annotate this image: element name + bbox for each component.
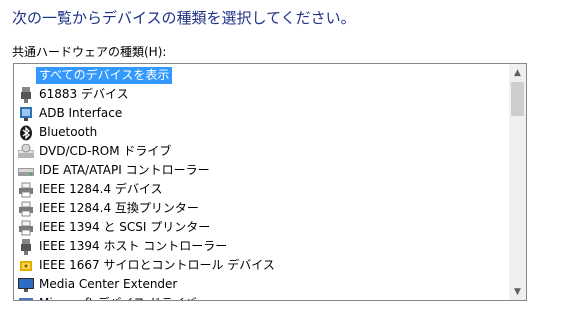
- list-item[interactable]: IEEE 1394 と SCSI プリンター: [14, 218, 509, 237]
- list-item-label: IEEE 1667 サイロとコントロール デバイス: [39, 258, 275, 272]
- hardware-type-label: 共通ハードウェアの種類(H):: [12, 45, 167, 59]
- optical-drive-icon: [18, 143, 34, 160]
- printer-icon: [18, 201, 34, 217]
- list-item[interactable]: IEEE 1284.4 デバイス: [14, 180, 509, 199]
- usb-device-icon: [18, 106, 34, 122]
- list-item[interactable]: 61883 デバイス: [14, 85, 509, 104]
- disk-controller-icon: [18, 163, 34, 179]
- list-item[interactable]: DVD/CD-ROM ドライブ: [14, 142, 509, 161]
- list-item[interactable]: IDE ATA/ATAPI コントローラー: [14, 161, 509, 180]
- blank-icon: [18, 68, 34, 84]
- list-item-label: ADB Interface: [39, 106, 123, 120]
- list-item[interactable]: Media Center Extender: [14, 275, 509, 294]
- port-connector-icon: [18, 86, 34, 103]
- port-connector-icon: [18, 238, 34, 255]
- security-device-icon: [18, 258, 34, 274]
- printer-icon: [18, 220, 34, 236]
- list-item-label: IEEE 1394 ホスト コントローラー: [39, 239, 228, 253]
- list-item-label: IDE ATA/ATAPI コントローラー: [39, 163, 210, 177]
- list-item[interactable]: すべてのデバイスを表示: [14, 66, 509, 85]
- list-item[interactable]: ADB Interface: [14, 104, 509, 123]
- bluetooth-icon: [18, 125, 34, 141]
- list-item[interactable]: Microsoft デバイス ドライバ: [14, 294, 509, 300]
- list-item-label: Bluetooth: [39, 125, 98, 139]
- printer-icon: [18, 182, 34, 198]
- monitor-icon: [18, 277, 34, 293]
- scroll-down-button[interactable]: ▼: [509, 283, 526, 300]
- list-item-label: IEEE 1394 と SCSI プリンター: [39, 220, 211, 234]
- list-item-label: DVD/CD-ROM ドライブ: [39, 144, 172, 158]
- list-item[interactable]: IEEE 1284.4 互換プリンター: [14, 199, 509, 218]
- page-heading: 次の一覧からデバイスの種類を選択してください。: [12, 9, 356, 27]
- list-item-label: Microsoft デバイス ドライバ: [36, 295, 200, 300]
- vertical-scrollbar[interactable]: ▲ ▼: [509, 64, 526, 300]
- list-item[interactable]: IEEE 1394 ホスト コントローラー: [14, 237, 509, 256]
- scrollbar-thumb[interactable]: [511, 82, 524, 116]
- device-icon: [18, 296, 34, 300]
- list-item-label: IEEE 1284.4 互換プリンター: [39, 201, 199, 215]
- list-item-label: すべてのデバイスを表示: [36, 67, 173, 84]
- list-item-label: 61883 デバイス: [39, 87, 129, 101]
- hardware-type-list[interactable]: すべてのデバイスを表示 61883 デバイス ADB Interface Blueto…: [14, 64, 509, 300]
- list-item[interactable]: IEEE 1667 サイロとコントロール デバイス: [14, 256, 509, 275]
- list-item-label: Media Center Extender: [39, 277, 178, 291]
- scroll-up-button[interactable]: ▲: [509, 64, 526, 81]
- list-item[interactable]: Bluetooth: [14, 123, 509, 142]
- hardware-type-listbox[interactable]: すべてのデバイスを表示 61883 デバイス ADB Interface Blueto…: [13, 63, 527, 301]
- list-item-label: IEEE 1284.4 デバイス: [39, 182, 163, 196]
